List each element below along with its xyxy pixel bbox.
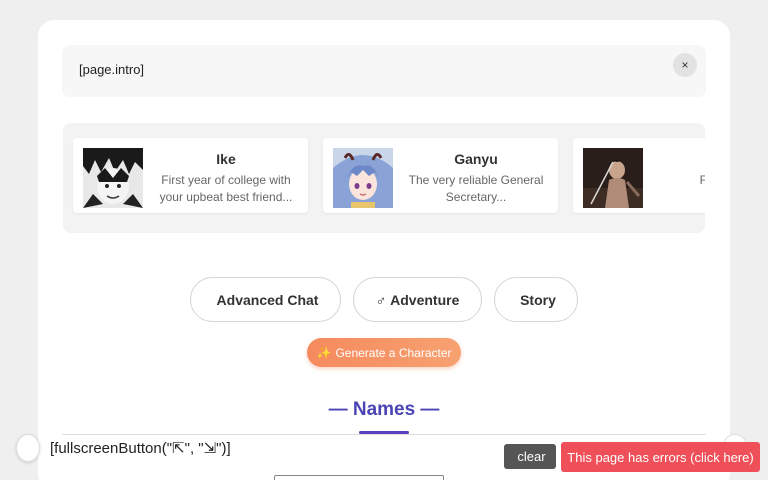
character-desc: First year of college with your upbeat b… xyxy=(159,173,293,204)
character-name: Ganyu xyxy=(454,151,498,167)
character-name: Ike xyxy=(216,151,236,167)
mode-label: Story xyxy=(520,291,556,308)
errors-button[interactable]: This page has errors (click here) xyxy=(561,442,760,472)
clear-label: clear xyxy=(517,449,546,464)
warrior-avatar xyxy=(583,148,643,208)
character-carousel[interactable]: Ike First year of college with your upbe… xyxy=(63,123,705,233)
character-card-ganyu[interactable]: Ganyu The very reliable General Secretar… xyxy=(323,138,558,213)
adventure-icon: ♂ xyxy=(375,291,387,308)
anime-girl-avatar xyxy=(333,148,393,208)
main-panel: [page.intro] × Ike First year of college… xyxy=(38,20,730,480)
story-button[interactable]: Story xyxy=(494,277,578,322)
advanced-chat-button[interactable]: Advanced Chat xyxy=(190,277,341,322)
names-divider xyxy=(62,434,706,435)
names-underline xyxy=(359,431,409,434)
generate-character-button[interactable]: ✨ Generate a Character xyxy=(307,338,461,367)
names-box[interactable] xyxy=(274,475,444,480)
mode-buttons: Advanced Chat ♂ Adventure Story xyxy=(38,277,730,322)
generate-label: Generate a Character xyxy=(335,345,452,360)
manga-boy-avatar xyxy=(83,148,143,208)
character-desc: The very reliable General Secretary... xyxy=(408,173,544,204)
adventure-button[interactable]: ♂ Adventure xyxy=(353,277,482,322)
character-card-k[interactable]: K Fighting a pit xyxy=(573,138,705,213)
character-name: K xyxy=(651,151,705,167)
mode-label: Advanced Chat xyxy=(216,291,319,308)
sparkle-icon: ✨ xyxy=(316,345,332,360)
menu-toggle-icon[interactable] xyxy=(16,434,40,462)
clear-button[interactable]: clear xyxy=(504,444,556,469)
close-icon[interactable]: × xyxy=(673,53,697,77)
fullscreen-button-text[interactable]: [fullscreenButton("⇱", "⇲")] xyxy=(50,439,231,457)
mode-label: Adventure xyxy=(390,291,460,308)
character-card-ike[interactable]: Ike First year of college with your upbe… xyxy=(73,138,308,213)
character-desc: Fighting a pit xyxy=(699,173,705,187)
intro-box: [page.intro] × xyxy=(62,45,706,97)
names-heading: — Names — xyxy=(328,399,440,420)
intro-text: [page.intro] xyxy=(79,62,145,77)
